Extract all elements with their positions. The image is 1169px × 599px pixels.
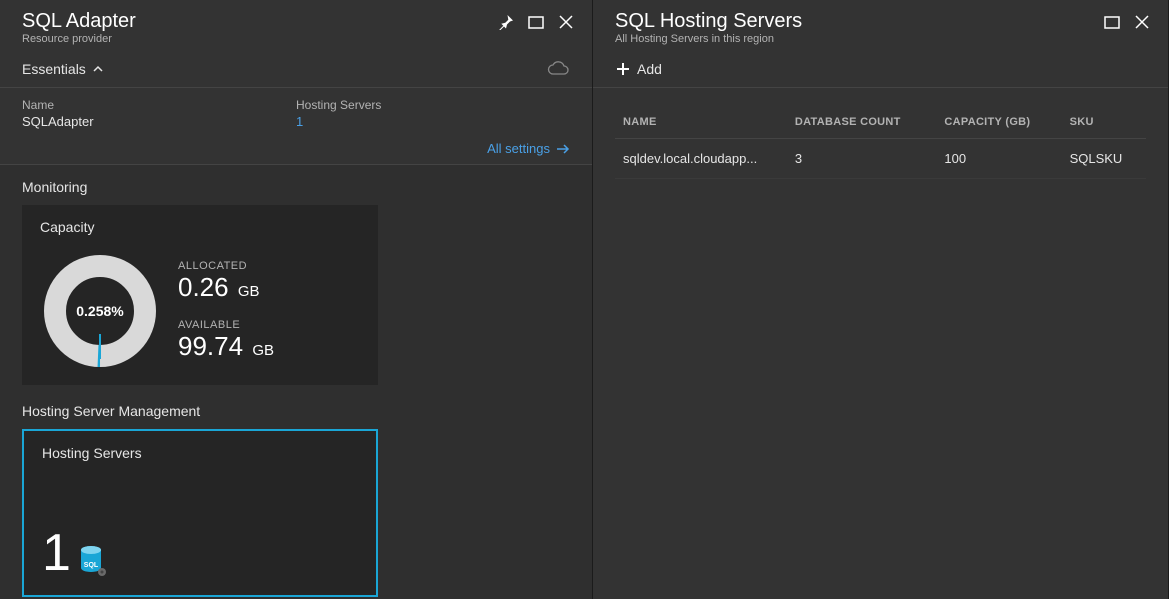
essentials-bar: Essentials: [0, 53, 592, 88]
cell-name: sqldev.local.cloudapp...: [615, 139, 787, 179]
blade-subtitle: Resource provider: [22, 33, 498, 45]
close-icon[interactable]: [1134, 14, 1150, 30]
available-value: 99.74 GB: [178, 331, 274, 362]
allocated-value: 0.26 GB: [178, 272, 274, 303]
arrow-right-icon: [556, 144, 570, 154]
table-row[interactable]: sqldev.local.cloudapp...3100SQLSKU: [615, 139, 1146, 179]
cell-capacity: 100: [936, 139, 1061, 179]
all-settings-label: All settings: [487, 141, 550, 156]
essentials-toggle[interactable]: Essentials: [22, 61, 104, 77]
blade-content: Monitoring Capacity 0.258% ALLOCATED 0.2…: [0, 165, 592, 599]
sql-hosting-servers-blade: SQL Hosting Servers All Hosting Servers …: [593, 0, 1169, 599]
monitoring-section-title: Monitoring: [22, 179, 570, 195]
allocated-label: ALLOCATED: [178, 260, 274, 272]
blade-header-right: SQL Hosting Servers All Hosting Servers …: [593, 0, 1168, 53]
hosting-tile-title: Hosting Servers: [42, 445, 358, 461]
maximize-icon[interactable]: [1104, 14, 1120, 30]
close-icon[interactable]: [558, 14, 574, 30]
donut-percent: 0.258%: [40, 251, 160, 371]
col-name[interactable]: NAME: [615, 106, 787, 139]
hosting-count-value: 1: [42, 530, 71, 577]
blade-subtitle-right: All Hosting Servers in this region: [615, 33, 1104, 45]
col-sku[interactable]: SKU: [1062, 106, 1146, 139]
add-label: Add: [637, 61, 662, 77]
cell-sku: SQLSKU: [1062, 139, 1146, 179]
add-button[interactable]: Add: [615, 61, 662, 77]
hosting-servers-tile[interactable]: Hosting Servers 1 SQL: [22, 429, 378, 597]
capacity-tile[interactable]: Capacity 0.258% ALLOCATED 0.26 GB AVAILA…: [22, 205, 378, 385]
col-db-count[interactable]: DATABASE COUNT: [787, 106, 937, 139]
pin-icon[interactable]: [498, 14, 514, 30]
essentials-body: Name SQLAdapter Hosting Servers 1 All se…: [0, 88, 592, 165]
plus-icon: [615, 61, 631, 77]
capacity-tile-title: Capacity: [40, 219, 360, 235]
svg-text:SQL: SQL: [84, 562, 99, 569]
hosting-servers-label: Hosting Servers: [296, 98, 570, 112]
name-label: Name: [22, 98, 296, 112]
col-capacity[interactable]: CAPACITY (GB): [936, 106, 1061, 139]
chevron-up-icon: [92, 63, 104, 75]
sql-database-icon: SQL: [79, 545, 107, 577]
hosting-servers-table: NAME DATABASE COUNT CAPACITY (GB) SKU sq…: [593, 88, 1168, 197]
command-bar: Add: [593, 53, 1168, 88]
capacity-donut: 0.258%: [40, 251, 160, 371]
blade-title: SQL Adapter: [22, 10, 498, 33]
available-label: AVAILABLE: [178, 319, 274, 331]
essentials-label: Essentials: [22, 61, 86, 77]
all-settings-link[interactable]: All settings: [22, 141, 570, 156]
cloud-icon: [546, 61, 570, 77]
sql-adapter-blade: SQL Adapter Resource provider Essentials…: [0, 0, 593, 599]
hosting-servers-link[interactable]: 1: [296, 114, 570, 129]
blade-title-right: SQL Hosting Servers: [615, 10, 1104, 33]
blade-header: SQL Adapter Resource provider: [0, 0, 592, 53]
maximize-icon[interactable]: [528, 14, 544, 30]
cell-db-count: 3: [787, 139, 937, 179]
hosting-section-title: Hosting Server Management: [22, 403, 570, 419]
name-value: SQLAdapter: [22, 114, 296, 129]
